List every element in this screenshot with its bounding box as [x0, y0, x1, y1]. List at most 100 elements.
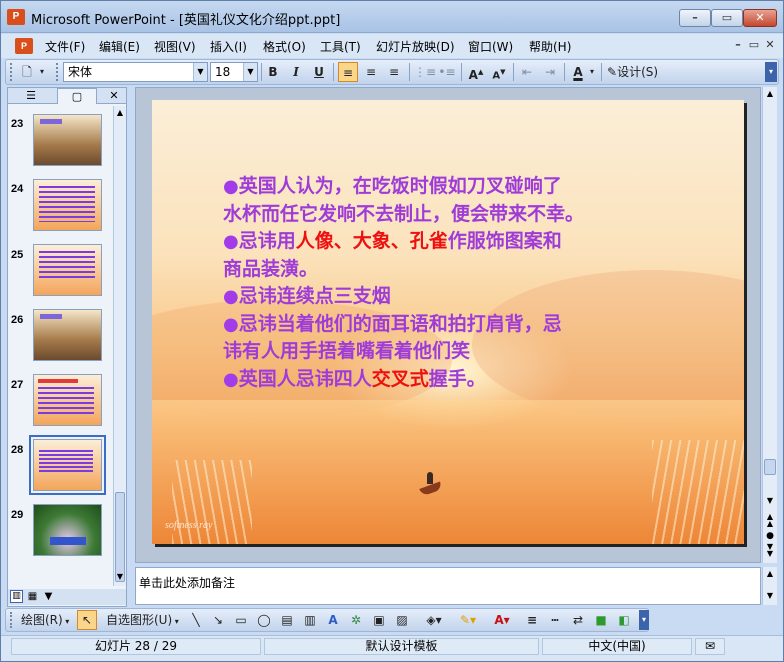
scroll-down-icon[interactable]: ▼: [764, 591, 776, 601]
new-document-icon[interactable]: 🗋: [17, 62, 37, 82]
slide-thumbnail-27[interactable]: [33, 374, 102, 426]
align-left-button[interactable]: ≡: [338, 62, 358, 82]
scroll-thumb[interactable]: [115, 492, 125, 582]
notes-scrollbar[interactable]: ▲ ▼: [762, 567, 777, 605]
line-color-icon[interactable]: ✎▾: [455, 610, 481, 630]
scroll-up-icon[interactable]: ▲: [764, 569, 776, 579]
select-browse-object-icon[interactable]: ●: [764, 531, 776, 541]
font-name-combo[interactable]: 宋体 ▼: [63, 62, 208, 82]
slide-thumbnail-23[interactable]: [33, 114, 102, 166]
slideshow-view-icon[interactable]: ▼: [42, 590, 55, 603]
menu-help[interactable]: 帮助(H): [529, 38, 571, 55]
normal-view-icon[interactable]: ▥: [10, 590, 23, 603]
bullets-icon[interactable]: •≡: [437, 62, 457, 82]
fill-color-icon[interactable]: ◈▾: [421, 610, 447, 630]
scroll-thumb[interactable]: [764, 459, 776, 475]
doc-close-button[interactable]: ✕: [763, 37, 777, 53]
arrow-style-icon[interactable]: ⇄: [569, 610, 587, 630]
decrease-indent-icon[interactable]: ⇤: [517, 62, 537, 82]
chevron-down-icon[interactable]: ▾: [587, 62, 597, 82]
drawing-font-color-icon[interactable]: A▾: [489, 610, 515, 630]
rectangle-tool-icon[interactable]: ▭: [232, 610, 250, 630]
slide-text-box[interactable]: ●英国人认为，在吃饭时假如刀叉碰响了 水杯而任它发响不去制止，便会带来不幸。 ●忌讳…: [223, 173, 663, 393]
toolbar-options-arrow-icon[interactable]: ▾: [37, 62, 47, 82]
chevron-down-icon[interactable]: ▼: [243, 63, 257, 81]
close-pane-icon[interactable]: ✕: [105, 88, 123, 104]
menu-edit[interactable]: 编辑(E): [99, 38, 140, 55]
select-objects-cursor-icon[interactable]: ↖: [77, 610, 97, 630]
outline-tab-icon[interactable]: ☰: [11, 88, 51, 104]
notes-placeholder[interactable]: 单击此处添加备注: [139, 574, 235, 591]
slide-thumbnail-29[interactable]: [33, 504, 102, 556]
menu-slideshow[interactable]: 幻灯片放映(D): [376, 38, 455, 55]
scroll-down-icon[interactable]: ▼: [764, 496, 776, 508]
line-style-icon[interactable]: ≡: [523, 610, 541, 630]
draw-menu-button[interactable]: 绘图(R) ▾: [21, 610, 69, 630]
slide-position-status: 幻灯片 28 / 29: [11, 638, 261, 655]
italic-button[interactable]: I: [286, 62, 306, 82]
decrease-font-size-icon[interactable]: A▼: [489, 62, 509, 82]
slide-thumbnail-25[interactable]: [33, 244, 102, 296]
menu-insert[interactable]: 插入(I): [210, 38, 247, 55]
restore-button[interactable]: ▭: [711, 9, 743, 27]
underline-button[interactable]: U: [309, 62, 329, 82]
spelling-status-icon[interactable]: ✉: [695, 638, 725, 655]
toolbar-overflow-icon[interactable]: ▾: [765, 62, 777, 82]
slides-pane-scrollbar[interactable]: ▲ ▼: [113, 106, 126, 586]
slide-thumbnail-28[interactable]: [29, 435, 106, 495]
slide-scrollbar[interactable]: ▲ ▼ ▲ ▲ ● ▼ ▼: [762, 87, 777, 563]
menu-format[interactable]: 格式(O): [263, 38, 306, 55]
toolbar-grip-2[interactable]: [56, 63, 59, 81]
diagram-icon[interactable]: ✲: [347, 610, 365, 630]
title-bar: P Microsoft PowerPoint - [英国礼仪文化介绍ppt.pp…: [1, 1, 783, 33]
previous-slide-icon[interactable]: ▲ ▲: [764, 513, 776, 528]
design-button[interactable]: ✎设计(S): [607, 62, 677, 82]
doc-restore-button[interactable]: ▭: [747, 37, 761, 53]
font-color-icon[interactable]: A: [568, 62, 588, 82]
autoshapes-menu-button[interactable]: 自选图形(U) ▾: [106, 610, 179, 630]
align-center-button[interactable]: ≡: [361, 62, 381, 82]
align-right-button[interactable]: ≡: [384, 62, 404, 82]
scroll-down-icon[interactable]: ▼: [115, 572, 125, 584]
clipart-icon[interactable]: ▣: [370, 610, 388, 630]
bold-button[interactable]: B: [263, 62, 283, 82]
textbox-tool-icon[interactable]: ▤: [278, 610, 296, 630]
toolbar-overflow-icon[interactable]: ▾: [639, 610, 649, 630]
slide-sorter-view-icon[interactable]: ▦: [26, 590, 39, 603]
font-size-combo[interactable]: 18 ▼: [210, 62, 258, 82]
toolbar-grip[interactable]: [10, 63, 13, 81]
shadow-style-icon[interactable]: ■: [592, 610, 610, 630]
view-buttons: ▥ ▦ ▼: [8, 589, 126, 605]
next-slide-icon[interactable]: ▼ ▼: [764, 543, 776, 558]
insert-picture-icon[interactable]: ▨: [393, 610, 411, 630]
arrow-tool-icon[interactable]: ↘: [209, 610, 227, 630]
bullet-icon: ●: [223, 313, 239, 335]
scroll-up-icon[interactable]: ▲: [115, 108, 125, 120]
dash-style-icon[interactable]: ┅: [546, 610, 564, 630]
slide-thumbnail-24[interactable]: [33, 179, 102, 231]
powerpoint-app-icon[interactable]: P: [7, 9, 25, 25]
vertical-textbox-icon[interactable]: ▥: [301, 610, 319, 630]
close-button[interactable]: ✕: [743, 9, 777, 27]
line-tool-icon[interactable]: ╲: [187, 610, 205, 630]
menu-window[interactable]: 窗口(W): [468, 38, 513, 55]
minimize-button[interactable]: –: [679, 9, 711, 27]
increase-font-size-icon[interactable]: A▲: [466, 62, 486, 82]
document-menu-icon[interactable]: P: [15, 38, 33, 54]
wordart-icon[interactable]: A: [324, 610, 342, 630]
numbering-icon[interactable]: ⋮≡: [414, 62, 436, 82]
toolbar-grip[interactable]: [10, 612, 13, 628]
doc-minimize-button[interactable]: –: [731, 37, 745, 53]
scroll-up-icon[interactable]: ▲: [764, 89, 776, 101]
menu-file[interactable]: 文件(F): [45, 38, 85, 55]
menu-view[interactable]: 视图(V): [154, 38, 196, 55]
oval-tool-icon[interactable]: ◯: [255, 610, 273, 630]
slides-tab-icon[interactable]: ▢: [57, 88, 97, 104]
slide-thumbnail-26[interactable]: [33, 309, 102, 361]
menu-tools[interactable]: 工具(T): [320, 38, 361, 55]
design-template-status[interactable]: 默认设计模板: [264, 638, 539, 655]
increase-indent-icon[interactable]: ⇥: [540, 62, 560, 82]
slide-text-line: 讳有人用手捂着嘴看着他们笑: [223, 338, 663, 366]
chevron-down-icon[interactable]: ▼: [193, 63, 207, 81]
3d-style-icon[interactable]: ◧: [615, 610, 633, 630]
